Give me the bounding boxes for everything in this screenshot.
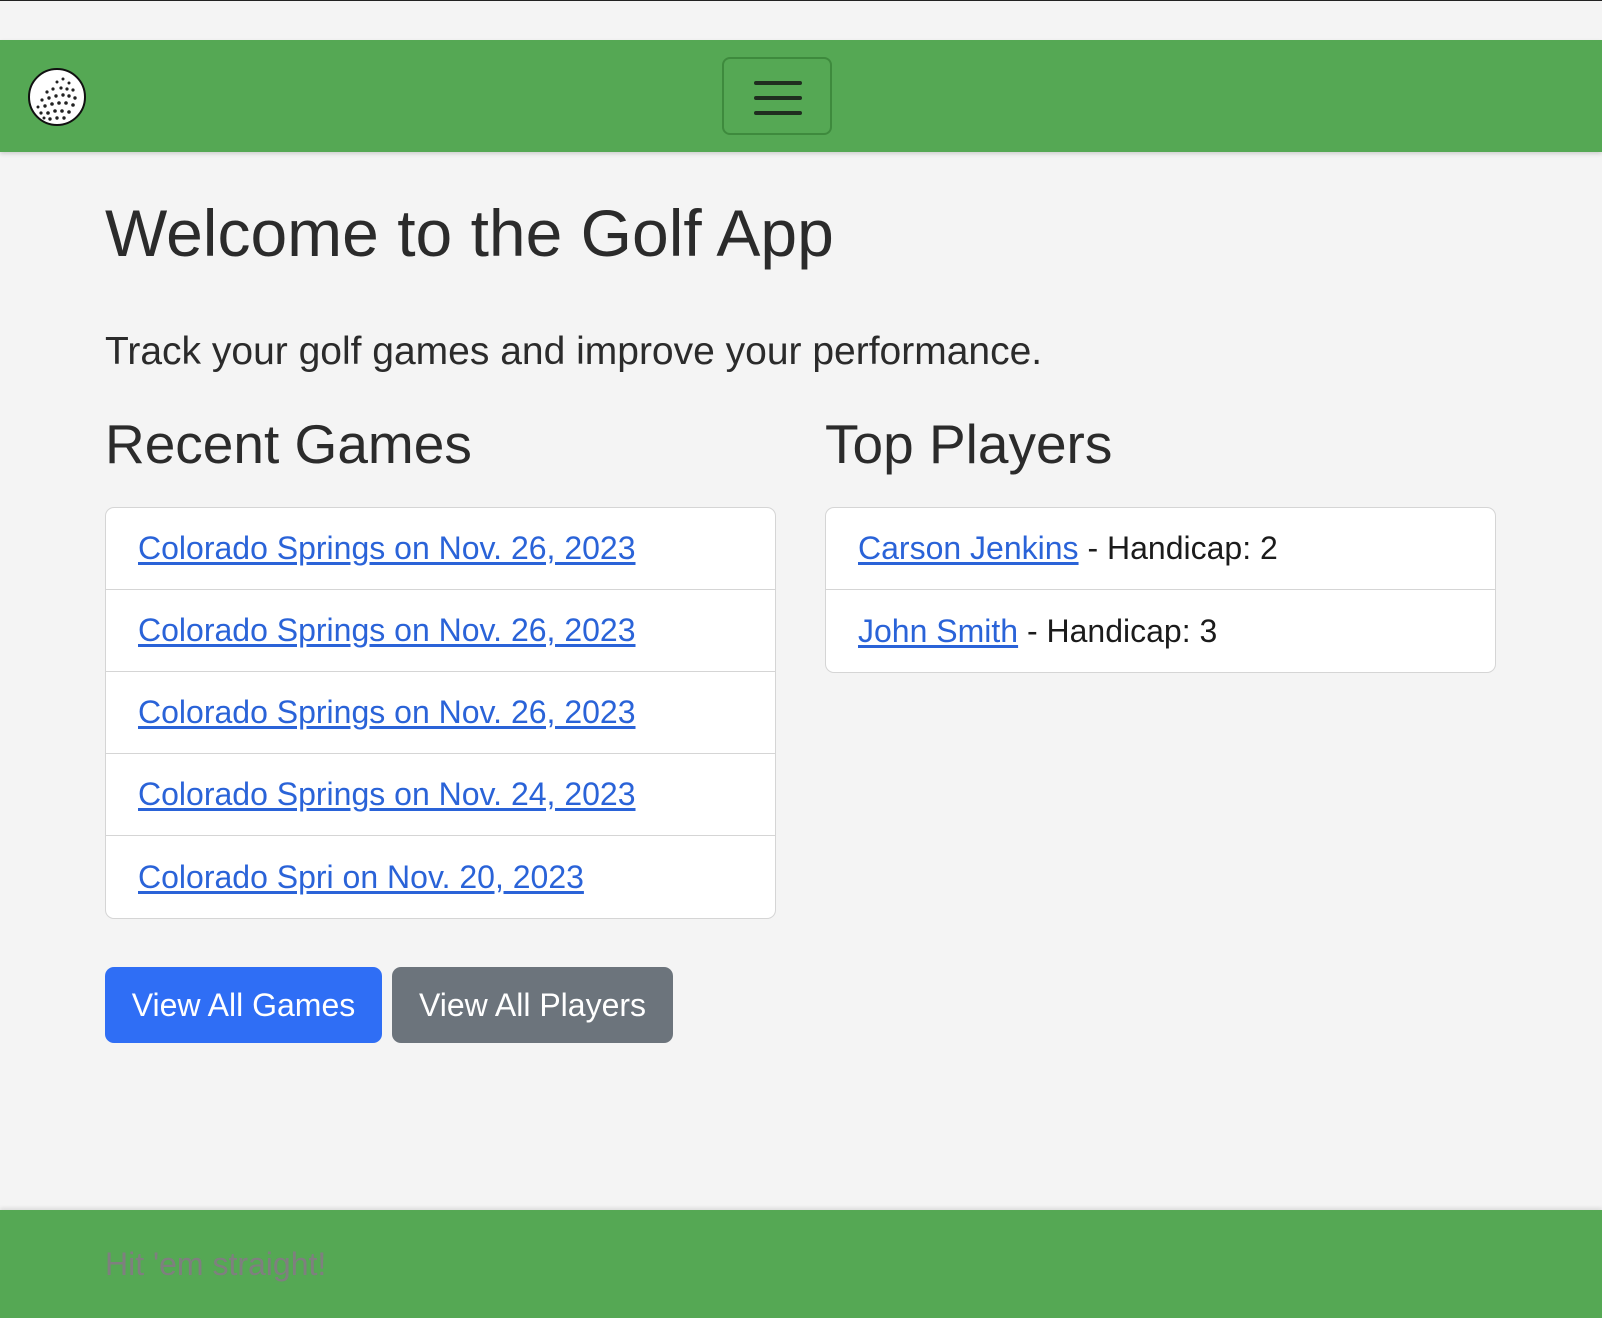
hamburger-menu-icon [754,81,802,85]
view-all-games-button[interactable]: View All Games [105,967,382,1043]
top-players-list: Carson Jenkins - Handicap: 2 John Smith … [825,507,1496,673]
game-link[interactable]: Colorado Springs on Nov. 26, 2023 [138,530,636,567]
player-link[interactable]: Carson Jenkins [858,530,1079,567]
page-title: Welcome to the Golf App [105,196,834,270]
navbar [0,40,1602,152]
nav-toggle-button[interactable] [722,57,832,135]
list-item: Colorado Springs on Nov. 26, 2023 [106,590,775,672]
list-item: Colorado Springs on Nov. 26, 2023 [106,672,775,754]
game-link[interactable]: Colorado Springs on Nov. 24, 2023 [138,776,636,813]
action-buttons: View All Games View All Players [105,967,673,1043]
game-link[interactable]: Colorado Springs on Nov. 26, 2023 [138,612,636,649]
hamburger-menu-icon [754,96,802,100]
hamburger-menu-icon [754,111,802,115]
player-handicap: - Handicap: 3 [1018,612,1218,649]
footer: Hit 'em straight! [0,1210,1602,1318]
recent-games-heading: Recent Games [105,413,472,475]
view-all-players-button[interactable]: View All Players [392,967,673,1043]
list-item: John Smith - Handicap: 3 [826,590,1495,672]
list-item: Carson Jenkins - Handicap: 2 [826,508,1495,590]
recent-games-list: Colorado Springs on Nov. 26, 2023 Colora… [105,507,776,919]
golf-ball-icon[interactable] [27,67,87,127]
footer-tagline: Hit 'em straight! [105,1246,327,1282]
list-item: Colorado Springs on Nov. 24, 2023 [106,754,775,836]
list-item: Colorado Spri on Nov. 20, 2023 [106,836,775,918]
page-lead: Track your golf games and improve your p… [105,330,1043,373]
player-handicap: - Handicap: 2 [1078,530,1278,566]
game-link[interactable]: Colorado Spri on Nov. 20, 2023 [138,859,584,896]
browser-top-strip [0,0,1602,40]
top-players-heading: Top Players [825,413,1113,475]
player-link[interactable]: John Smith [858,613,1018,650]
list-item: Colorado Springs on Nov. 26, 2023 [106,508,775,590]
game-link[interactable]: Colorado Springs on Nov. 26, 2023 [138,694,636,731]
